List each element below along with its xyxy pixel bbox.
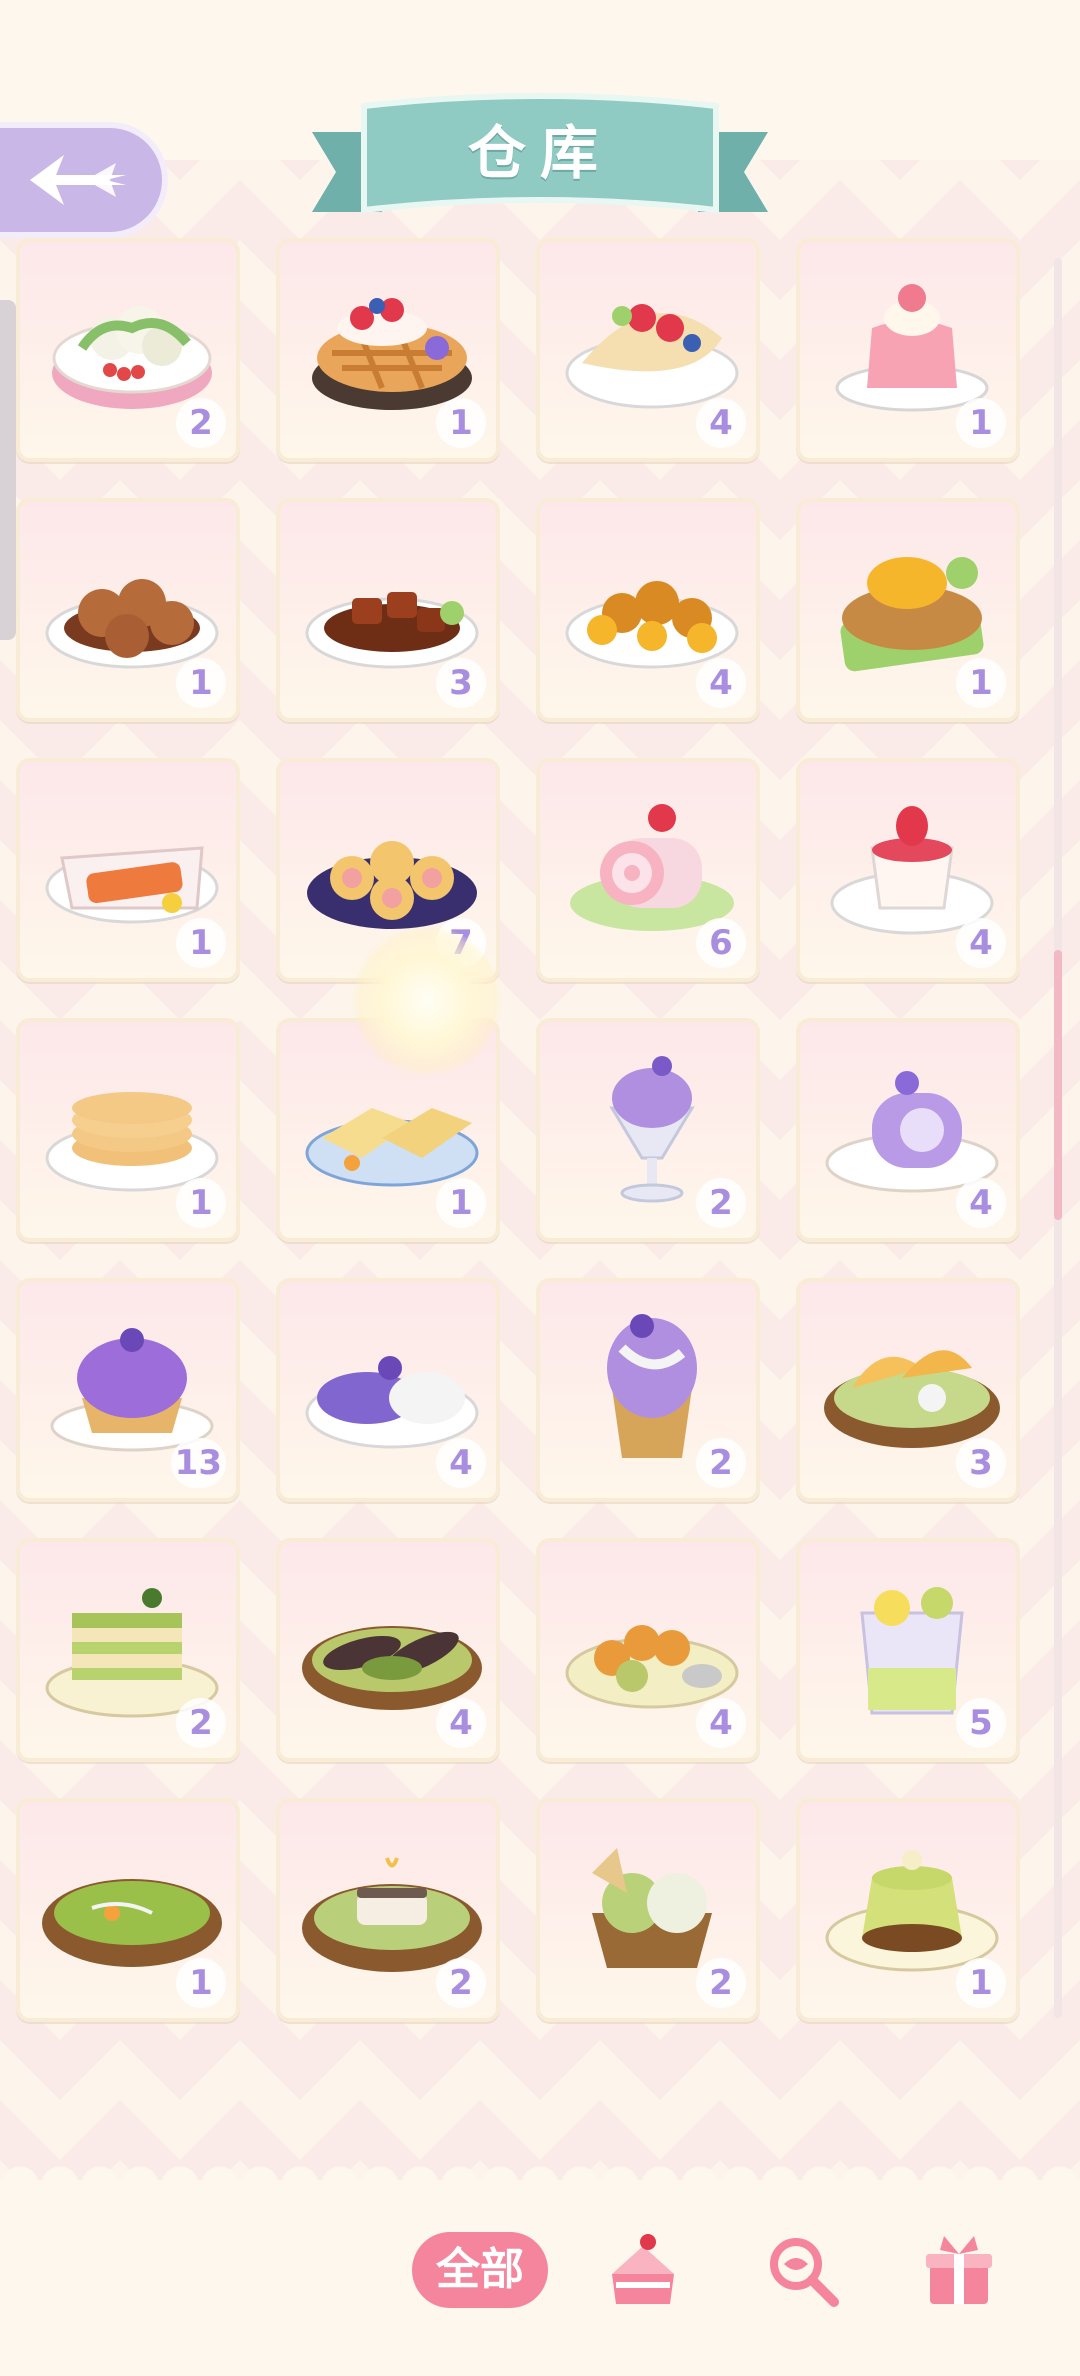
item-cell[interactable]: 1	[16, 1018, 240, 1242]
item-cell[interactable]: 1	[796, 238, 1020, 462]
item-count: 2	[696, 1958, 746, 2008]
item-grid: 2 1 4 1 1 3 4 1 1 6 4 1 1 2 4 13 4 2 3 2…	[0, 0, 1080, 2376]
item-count: 2	[176, 1698, 226, 1748]
item-cell[interactable]: 4	[276, 1538, 500, 1762]
item-cell[interactable]: 4	[796, 1018, 1020, 1242]
item-cell[interactable]: 3	[276, 498, 500, 722]
item-count: 2	[696, 1438, 746, 1488]
item-cell[interactable]: 1	[16, 1798, 240, 2022]
item-cell[interactable]: 3	[796, 1278, 1020, 1502]
gift-box-icon[interactable]	[916, 2226, 1002, 2312]
item-cell[interactable]: 4	[536, 1538, 760, 1762]
item-count: 2	[696, 1178, 746, 1228]
item-count: 1	[176, 918, 226, 968]
item-cell[interactable]: 4	[796, 758, 1020, 982]
item-count: 1	[956, 658, 1006, 708]
item-cell[interactable]: 1	[16, 498, 240, 722]
item-cell[interactable]: 2	[16, 1538, 240, 1762]
item-count: 1	[956, 1958, 1006, 2008]
item-count: 5	[956, 1698, 1006, 1748]
scrollbar-thumb[interactable]	[1054, 950, 1062, 1220]
item-count: 3	[436, 658, 486, 708]
item-count: 1	[176, 658, 226, 708]
item-cell[interactable]: 2	[536, 1798, 760, 2022]
item-count: 13	[170, 1438, 226, 1488]
item-count: 4	[696, 658, 746, 708]
item-cell[interactable]: 13	[16, 1278, 240, 1502]
item-cell[interactable]: 2	[536, 1018, 760, 1242]
item-count: 4	[696, 1698, 746, 1748]
item-count: 1	[436, 1178, 486, 1228]
item-count: 1	[176, 1178, 226, 1228]
item-cell[interactable]: 6	[536, 758, 760, 982]
item-count: 4	[956, 918, 1006, 968]
item-count: 4	[696, 398, 746, 448]
item-count: 2	[176, 398, 226, 448]
item-count: 2	[436, 1958, 486, 2008]
item-cell[interactable]: 2	[536, 1278, 760, 1502]
item-cell[interactable]: 4	[536, 238, 760, 462]
item-cell[interactable]: 1	[276, 238, 500, 462]
item-cell[interactable]: 1	[16, 758, 240, 982]
item-cell[interactable]: 2	[276, 1798, 500, 2022]
item-count: 1	[176, 1958, 226, 2008]
item-count: 3	[956, 1438, 1006, 1488]
item-cell[interactable]: 5	[796, 1538, 1020, 1762]
cake-icon[interactable]	[600, 2226, 686, 2312]
item-cell[interactable]: 1	[796, 1798, 1020, 2022]
item-cell[interactable]: 4	[536, 498, 760, 722]
item-cell[interactable]: 2	[16, 238, 240, 462]
sparkle-effect	[352, 926, 502, 1076]
item-count: 4	[436, 1438, 486, 1488]
item-count: 4	[436, 1698, 486, 1748]
item-count: 1	[436, 398, 486, 448]
item-count: 1	[956, 398, 1006, 448]
tab-all[interactable]: 全部	[412, 2232, 548, 2308]
search-fish-icon[interactable]	[758, 2226, 844, 2312]
item-count: 6	[696, 918, 746, 968]
item-cell[interactable]: 4	[276, 1278, 500, 1502]
item-count: 4	[956, 1178, 1006, 1228]
item-cell[interactable]: 1	[796, 498, 1020, 722]
